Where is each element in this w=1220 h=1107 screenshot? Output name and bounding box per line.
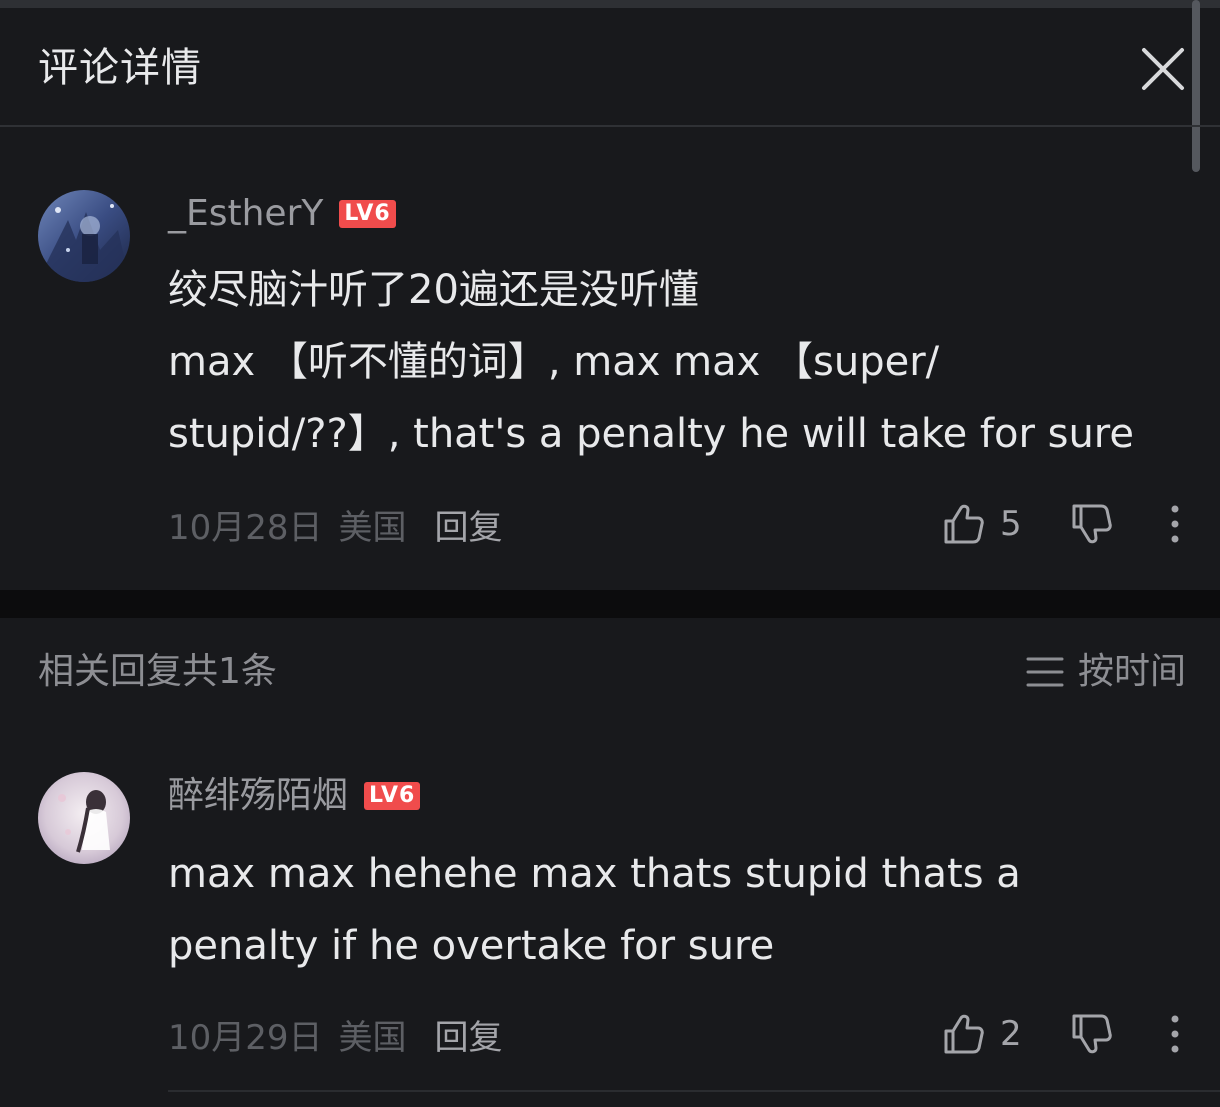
dislike-button[interactable] (1070, 498, 1118, 550)
more-vertical-icon (1171, 1015, 1179, 1053)
like-count: 2 (1000, 1014, 1022, 1054)
level-badge: LV6 (364, 782, 421, 810)
avatar-image (38, 190, 130, 282)
thumbs-up-icon (944, 1014, 984, 1054)
like-count: 5 (1000, 504, 1022, 544)
comment-date: 10月29日 (168, 1017, 323, 1058)
username[interactable]: _EstherY (168, 190, 323, 238)
comment-meta: 10月28日 美国 回复 (168, 498, 503, 550)
reply-button[interactable]: 回复 (435, 500, 503, 549)
top-strip (0, 0, 1220, 8)
comment-line: stupid/??】, that's a penalty he will tak… (168, 411, 1134, 457)
dislike-button[interactable] (1070, 1008, 1118, 1060)
avatar-image (38, 772, 130, 864)
more-button[interactable] (1162, 498, 1188, 550)
comment-line: 绞尽脑汁听了20遍还是没听懂 (168, 267, 699, 313)
comment-meta: 10月29日 美国 回复 (168, 1008, 503, 1060)
username-row: _EstherY LV6 (168, 190, 396, 238)
thumbs-down-icon (1072, 1014, 1112, 1054)
avatar[interactable] (38, 190, 130, 282)
menu-lines-icon (1026, 657, 1064, 687)
comment-line: max 【听不懂的词】, max max 【super/ (168, 339, 940, 385)
comment-line: penalty if he overtake for sure (168, 923, 775, 969)
close-icon (1142, 48, 1184, 90)
comment-line: max max hehehe max thats stupid thats a (168, 851, 1021, 897)
comment-location: 美国 (338, 507, 407, 548)
like-button[interactable]: 5 (942, 498, 1022, 550)
more-button[interactable] (1162, 1008, 1188, 1060)
comment-text: 绞尽脑汁听了20遍还是没听懂 max 【听不懂的词】, max max 【sup… (168, 254, 1178, 470)
username[interactable]: 醉绯殇陌烟 (168, 772, 348, 820)
sort-button[interactable]: 按时间 (1026, 648, 1186, 696)
thumbs-down-icon (1072, 504, 1112, 544)
replies-header: 相关回复共1条 按时间 (0, 618, 1220, 722)
level-badge: LV6 (339, 200, 396, 228)
more-vertical-icon (1171, 505, 1179, 543)
comment-text: max max hehehe max thats stupid thats a … (168, 838, 1178, 982)
page-title: 评论详情 (38, 45, 202, 91)
close-button[interactable] (1140, 46, 1186, 92)
avatar[interactable] (38, 772, 130, 864)
replies-count: 相关回复共1条 (38, 651, 277, 692)
comment-location: 美国 (338, 1017, 407, 1058)
dialog-header: 评论详情 (0, 8, 1220, 126)
reply-button[interactable]: 回复 (435, 1010, 503, 1059)
comment-detail-page: 评论详情 _EstherY LV6 绞尽脑汁听了20遍还是没听懂 max 【听不… (0, 0, 1220, 1107)
like-button[interactable]: 2 (942, 1008, 1022, 1060)
username-row: 醉绯殇陌烟 LV6 (168, 772, 421, 820)
thumbs-up-icon (944, 504, 984, 544)
section-divider (0, 590, 1220, 618)
comment-date: 10月28日 (168, 507, 323, 548)
sort-label: 按时间 (1078, 651, 1187, 692)
reply-divider (168, 1090, 1220, 1092)
header-divider (0, 125, 1220, 127)
